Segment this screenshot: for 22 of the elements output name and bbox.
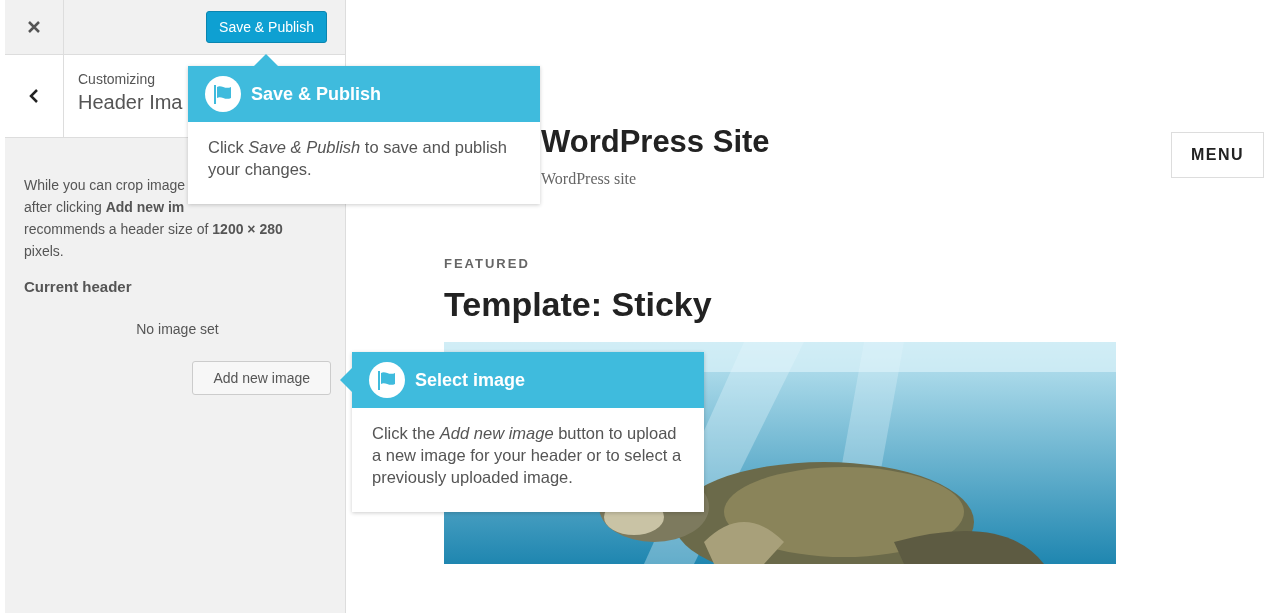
site-tagline: WordPress site	[541, 170, 638, 188]
tooltip-title: Select image	[415, 369, 526, 391]
no-image-text: No image set	[136, 321, 219, 337]
tooltip-text: Click Save & Publish to save and publish your changes.	[207, 137, 509, 180]
site-title: WordPress Site	[541, 124, 770, 160]
tooltip-text: Click the Add new image button to upload a new image for your header or to select a previously uploaded image.	[371, 423, 683, 488]
description-text: recommends a header size of 1200 × 280	[24, 220, 284, 239]
description-text: While you can crop image	[24, 176, 187, 195]
current-header-label: Current header	[24, 278, 133, 295]
description-text: after clicking Add new im	[24, 198, 186, 217]
tooltip-title: Save & Publish	[251, 83, 382, 105]
post-title: Template: Sticky	[444, 285, 713, 324]
section-title: Header Ima	[78, 91, 183, 114]
flag-icon	[369, 362, 405, 398]
description-text: pixels.	[24, 242, 65, 261]
menu-button[interactable]: MENU	[1171, 132, 1264, 178]
close-icon[interactable]	[28, 21, 40, 33]
breadcrumb: Customizing	[78, 71, 157, 87]
featured-label: FEATURED	[444, 256, 531, 271]
back-icon[interactable]	[29, 88, 39, 104]
flag-icon	[205, 76, 241, 112]
add-new-image-button[interactable]: Add new image	[192, 361, 331, 395]
